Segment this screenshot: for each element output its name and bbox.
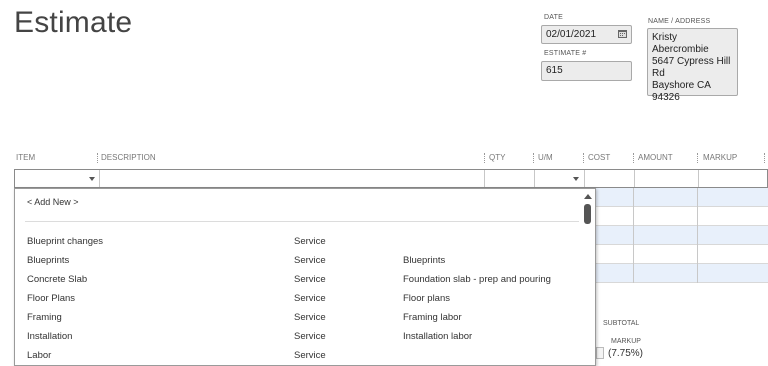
column-header-qty: QTY	[489, 153, 506, 162]
list-item[interactable]: Concrete Slab Service Foundation slab - …	[15, 271, 583, 290]
item-type: Service	[294, 350, 326, 361]
item-type: Service	[294, 236, 326, 247]
date-field[interactable]: 02/01/2021	[541, 25, 632, 44]
list-item[interactable]: Labor Service	[15, 347, 583, 365]
column-header-description: DESCRIPTION	[101, 153, 156, 162]
table-row[interactable]	[583, 207, 768, 226]
page-title: Estimate	[14, 6, 133, 39]
item-description: Installation labor	[403, 331, 473, 342]
item-name: Floor Plans	[27, 293, 76, 304]
item-name: Concrete Slab	[27, 274, 88, 285]
column-header-markup: MARKUP	[703, 153, 738, 162]
item-type: Service	[294, 312, 326, 323]
chevron-down-icon[interactable]	[89, 177, 95, 181]
scrollbar[interactable]	[581, 189, 595, 365]
line-item-edit-row[interactable]	[14, 169, 768, 188]
subtotal-label: SUBTOTAL	[603, 320, 640, 327]
um-combo[interactable]	[535, 170, 584, 187]
add-new-item[interactable]: < Add New >	[27, 197, 79, 207]
divider	[25, 221, 579, 222]
list-item[interactable]: Framing Service Framing labor	[15, 309, 583, 328]
scroll-up-icon[interactable]	[584, 194, 592, 199]
list-item[interactable]: Blueprints Service Blueprints	[15, 252, 583, 271]
description-input[interactable]	[100, 170, 484, 187]
markup-percent: (7.75%)	[608, 348, 644, 359]
table-row[interactable]	[583, 245, 768, 264]
chevron-down-icon[interactable]	[573, 177, 579, 181]
item-description: Floor plans	[403, 293, 450, 304]
item-description: Framing labor	[403, 312, 462, 323]
item-type: Service	[294, 293, 326, 304]
item-type: Service	[294, 331, 326, 342]
table-row[interactable]	[583, 264, 768, 283]
item-name: Framing	[27, 312, 62, 323]
item-name: Blueprint changes	[27, 236, 104, 247]
scrollbar-thumb[interactable]	[584, 204, 591, 224]
estimate-number-field[interactable]: 615	[541, 61, 632, 81]
column-header-amount: AMOUNT	[638, 153, 673, 162]
item-name: Blueprints	[27, 255, 70, 266]
item-type: Service	[294, 274, 326, 285]
markup-label: MARKUP	[611, 338, 641, 345]
item-combo[interactable]	[15, 170, 99, 187]
column-header-cost: COST	[588, 153, 611, 162]
list-item[interactable]: Floor Plans Service Floor plans	[15, 290, 583, 309]
item-name: Installation	[27, 331, 73, 342]
estimate-number-value: 615	[546, 65, 563, 76]
date-label: DATE	[544, 14, 563, 21]
column-header-um: U/M	[538, 153, 553, 162]
calendar-icon[interactable]	[618, 30, 627, 38]
list-item[interactable]: Blueprint changes Service	[15, 233, 583, 252]
name-address-field[interactable]: Kristy Abercrombie 5647 Cypress Hill Rd …	[647, 28, 738, 103]
estimate-number-label: ESTIMATE #	[544, 50, 587, 57]
table-row[interactable]	[583, 226, 768, 245]
item-dropdown-list[interactable]: < Add New > Blueprint changes Service Bl…	[14, 188, 596, 366]
item-description: Foundation slab - prep and pouring	[403, 274, 551, 285]
name-address-label: NAME / ADDRESS	[648, 18, 711, 25]
list-item[interactable]: Installation Service Installation labor	[15, 328, 583, 347]
table-row[interactable]	[583, 188, 768, 207]
item-name: Labor	[27, 350, 52, 361]
qty-input[interactable]	[485, 170, 534, 187]
item-description: Blueprints	[403, 255, 446, 266]
column-header-item: ITEM	[16, 153, 36, 162]
markup-checkbox[interactable]	[596, 347, 604, 359]
item-type: Service	[294, 255, 326, 266]
date-value: 02/01/2021	[546, 29, 597, 40]
